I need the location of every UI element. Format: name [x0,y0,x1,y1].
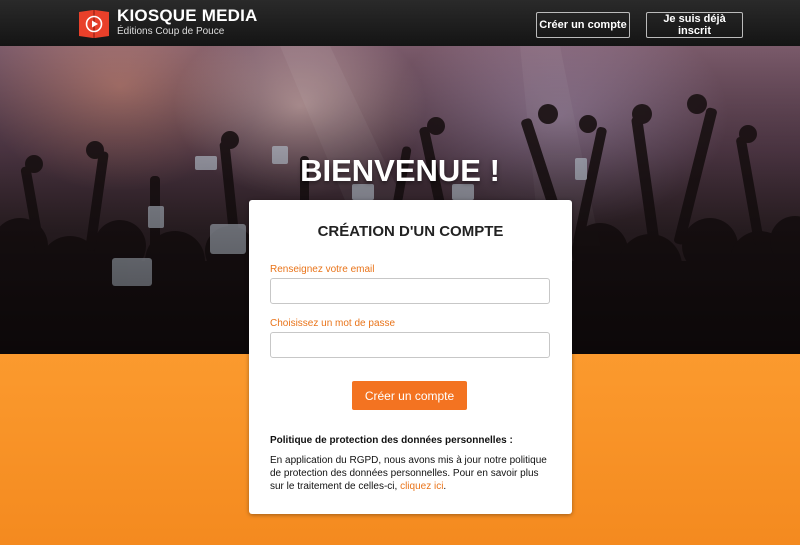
brand[interactable]: KIOSQUE MEDIA Éditions Coup de Pouce [117,6,258,38]
account-creation-card: CRÉATION D'UN COMPTE Renseignez votre em… [249,200,572,514]
form-title: CRÉATION D'UN COMPTE [317,223,504,240]
privacy-policy-title: Politique de protection des données pers… [270,435,513,446]
welcome-heading: BIENVENUE ! [300,153,500,188]
create-account-header-button[interactable]: Créer un compte [536,12,630,38]
kiosque-media-logo-icon[interactable] [77,7,111,39]
password-label: Choisissez un mot de passe [270,318,396,329]
privacy-policy-text: En application du RGPD, nous avons mis à… [270,454,555,493]
brand-subtitle: Éditions Coup de Pouce [117,26,225,37]
email-field[interactable] [270,278,550,304]
create-account-button[interactable]: Créer un compte [352,381,467,410]
already-registered-button[interactable]: Je suis déjà inscrit [646,12,743,38]
password-field[interactable] [270,332,550,358]
email-label: Renseignez votre email [270,264,375,275]
privacy-policy-link[interactable]: cliquez ici [400,481,443,492]
privacy-policy-end: . [443,481,447,492]
brand-name: KIOSQUE MEDIA [117,6,258,25]
top-bar: KIOSQUE MEDIA Éditions Coup de Pouce Cré… [0,0,800,46]
